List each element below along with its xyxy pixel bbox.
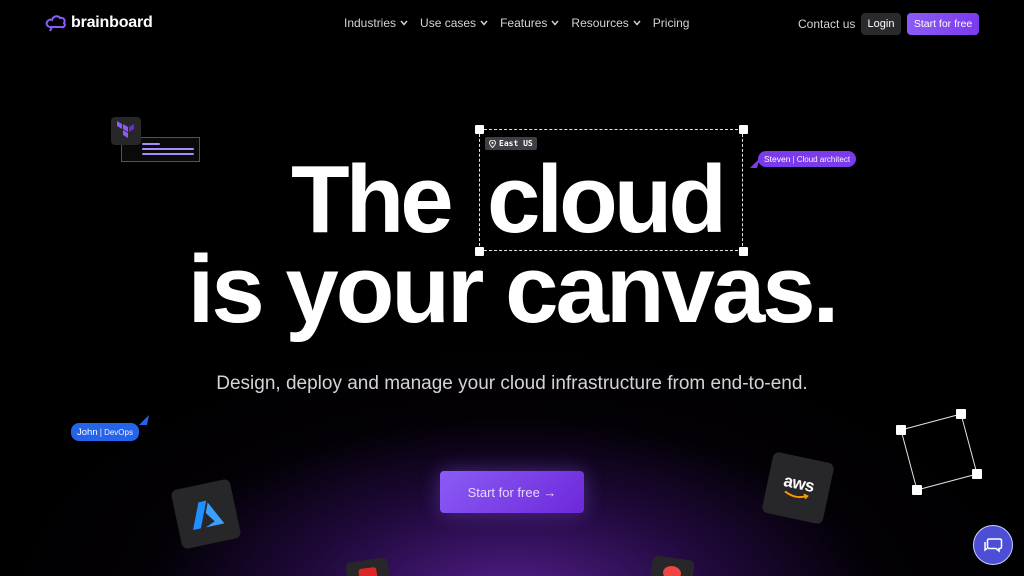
contact-link[interactable]: Contact us [798,17,855,31]
hero-word-cloud: cloud [487,146,727,253]
cursor-name: Steven [764,154,791,164]
wireframe-shape [896,409,982,495]
chat-button[interactable] [973,525,1013,565]
menu-resources[interactable]: Resources [571,16,641,30]
cursor-tag-steven: Steven | Cloud architect [758,151,857,167]
menu-label: Features [500,16,548,30]
menu-label: Industries [344,16,397,30]
aws-tile: aws [761,451,835,525]
chevron-down-icon [551,20,559,26]
menu-use-cases[interactable]: Use cases [420,16,488,30]
terraform-icon [117,121,134,138]
start-free-cta-button[interactable]: Start for free → [440,471,584,513]
main-menu: Industries Use cases Features Resources … [344,16,689,30]
hero-subtitle: Design, deploy and manage your cloud inf… [216,373,808,394]
chevron-down-icon [400,20,408,26]
menu-label: Resources [571,16,629,30]
service-tile [345,557,391,576]
menu-features[interactable]: Features [500,16,559,30]
cursor-role: Cloud architect [796,154,851,164]
menu-industries[interactable]: Industries [344,16,408,30]
brand-name: brainboard [71,14,153,31]
terraform-tile [111,117,141,145]
login-button[interactable]: Login [861,13,901,35]
chevron-down-icon [633,20,641,26]
cursor-tag-john: John | DevOps [71,423,139,441]
service-tile [649,555,695,576]
cursor-role: DevOps [104,427,133,437]
hero-headline-line2: is your canvas. [187,236,840,343]
cursor-arrow-icon [139,415,149,425]
start-free-nav-button[interactable]: Start for free [907,13,979,35]
resize-handle[interactable] [475,125,484,134]
menu-label: Use cases [420,16,477,30]
top-nav: brainboard Industries Use cases Features… [0,0,1024,48]
resize-handle[interactable] [739,125,748,134]
chevron-down-icon [480,20,488,26]
brainboard-logo-icon [45,15,66,32]
brand-logo[interactable]: brainboard [45,13,153,33]
menu-pricing[interactable]: Pricing [653,16,690,30]
chat-icon [984,538,1003,553]
hero-headline-line1: The cloud [0,150,1024,250]
azure-icon [193,500,225,531]
hero-word-the: The [291,146,454,253]
menu-label: Pricing [652,16,690,30]
cursor-name: John [77,426,98,438]
azure-tile [170,478,242,550]
